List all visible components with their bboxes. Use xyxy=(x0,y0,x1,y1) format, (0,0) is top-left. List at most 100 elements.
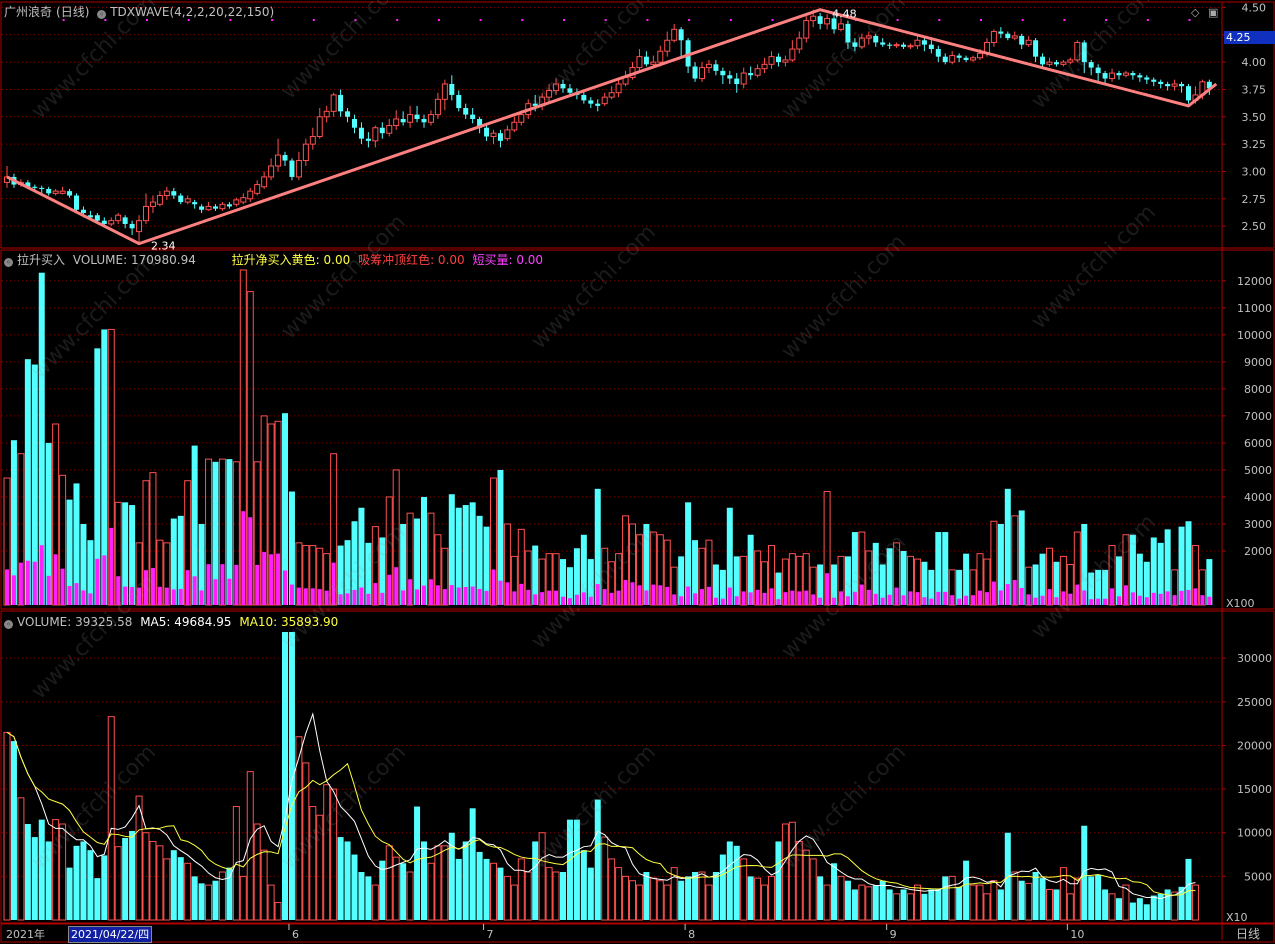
candle-down xyxy=(400,118,406,123)
period-button[interactable]: 日线 xyxy=(1236,927,1260,941)
vol2-magenta-bar xyxy=(498,580,503,605)
vol2-magenta-bar xyxy=(887,594,892,605)
vol3-bar-up xyxy=(629,880,636,921)
vol3-bar-down xyxy=(358,872,365,920)
candle-up xyxy=(810,15,817,22)
signal-dot xyxy=(1021,19,1024,21)
candle-down xyxy=(67,191,73,196)
vol3-bar-down xyxy=(643,872,650,920)
volume-value[interactable]: VOLUME: 39325.58 xyxy=(17,615,132,629)
watermark: www.cfchi.com xyxy=(277,0,411,104)
candle-up xyxy=(427,114,434,123)
vol2-magenta-bar xyxy=(380,592,385,605)
candle-down xyxy=(456,94,462,109)
candle-down xyxy=(46,188,52,194)
vol3-bar-up xyxy=(781,823,789,921)
vol2-magenta-bar xyxy=(283,570,287,605)
vol3-bar-up xyxy=(615,867,623,921)
candle-up xyxy=(615,83,622,94)
signal-dot xyxy=(271,19,274,21)
vol2-tick-label: 2000 xyxy=(1244,545,1272,558)
stock-name[interactable]: 广州浪奇 xyxy=(4,5,52,19)
price-tick-label: 3.50 xyxy=(1242,111,1267,124)
price-tick-label: 3.00 xyxy=(1242,165,1267,178)
vol3-bar-up xyxy=(983,893,991,921)
vol3-bar-up xyxy=(809,858,817,921)
candle-down xyxy=(692,66,698,79)
vol3-bar-up xyxy=(969,884,977,921)
vol3-bar-up xyxy=(184,862,192,921)
price-tick-label: 4.50 xyxy=(1242,1,1267,14)
vol3-tick-label: 5000 xyxy=(1244,870,1272,883)
indicator-name[interactable]: TDXWAVE(4,2,2,20,22,150) xyxy=(110,5,274,19)
legend-yellow: 拉升净买入黄色: 0.00 xyxy=(231,253,351,267)
candle-down xyxy=(1144,77,1150,80)
candle-up xyxy=(949,55,956,63)
vol3-bar-up xyxy=(907,893,914,921)
vol3-bar-up xyxy=(990,880,998,921)
vol2-magenta-bar xyxy=(1207,596,1212,605)
candle-up xyxy=(115,214,122,222)
candle-down xyxy=(595,103,601,106)
diamond-icon[interactable]: ◇ xyxy=(1191,6,1199,19)
vol3-bar-down xyxy=(66,867,73,920)
candle-down xyxy=(887,44,893,46)
vol3-bar-down xyxy=(73,845,80,920)
signal-dot xyxy=(312,19,315,21)
candle-up xyxy=(838,23,844,30)
candle-up xyxy=(761,63,768,70)
vol2-magenta-bar xyxy=(213,579,218,605)
signal-dot xyxy=(563,19,565,21)
candle-down xyxy=(379,127,385,134)
vol2-magenta-bar xyxy=(1137,595,1142,605)
candle-down xyxy=(588,100,594,104)
price-tick-label: 2.50 xyxy=(1242,220,1267,233)
candle-down xyxy=(101,220,107,224)
panel2-name[interactable]: 拉升买入 xyxy=(17,253,65,267)
vol3-bar-up xyxy=(163,858,171,921)
vol3-bar-down xyxy=(1053,889,1060,920)
vol2-magenta-bar xyxy=(387,574,392,605)
vol2-magenta-bar xyxy=(686,586,691,605)
vol2-tick-label: 8000 xyxy=(1244,383,1272,396)
candle-down xyxy=(463,108,469,115)
candle-down xyxy=(1019,35,1025,45)
vol2-magenta-bar xyxy=(456,587,461,605)
vol2-magenta-bar xyxy=(741,591,746,605)
ma10-value: MA10: 35893.90 xyxy=(239,615,339,629)
vol2-magenta-bar xyxy=(192,576,197,605)
vol3-bar-down xyxy=(851,889,858,920)
candle-down xyxy=(942,56,948,63)
candle-up xyxy=(136,220,143,233)
candle-up xyxy=(893,44,900,47)
panel2-toggle-icon[interactable]: ◦ xyxy=(4,258,13,267)
candle-down xyxy=(1165,84,1171,87)
month-label: 8 xyxy=(688,928,695,941)
indicator-toggle-icon[interactable]: ◦ xyxy=(97,10,107,19)
panel3-toggle-icon[interactable]: ◦ xyxy=(4,620,13,629)
candle-down xyxy=(727,75,733,79)
vol2-magenta-bar xyxy=(1179,590,1184,605)
vol3-bar-down xyxy=(87,850,94,920)
candle-up xyxy=(156,195,163,205)
vol3-bar-down xyxy=(1039,878,1046,920)
vol2-magenta-bar xyxy=(60,568,65,605)
month-label: 9 xyxy=(890,928,897,941)
vol3-bar-down xyxy=(10,741,17,920)
vol2-magenta-bar xyxy=(797,591,802,605)
vol2-magenta-bar xyxy=(623,580,628,605)
vol3-bar-down xyxy=(469,808,476,920)
vol2-tick-label: 9000 xyxy=(1244,356,1272,369)
vol2-magenta-bar xyxy=(811,594,816,605)
candle-up xyxy=(1171,83,1178,87)
candle-down xyxy=(1116,73,1122,76)
candle-up xyxy=(601,96,608,105)
cursor-date-box: 2021/04/22/四 xyxy=(68,926,153,943)
candle-down xyxy=(192,202,198,205)
vol2-tick-label: 12000 xyxy=(1237,275,1272,288)
vol3-bar-down xyxy=(580,850,587,920)
vol3-bar-down xyxy=(1143,904,1150,920)
vol2-magenta-bar xyxy=(422,585,426,605)
vol2-magenta-bar xyxy=(1172,595,1177,605)
window-toggle-icon[interactable]: ▣ xyxy=(1208,6,1218,19)
